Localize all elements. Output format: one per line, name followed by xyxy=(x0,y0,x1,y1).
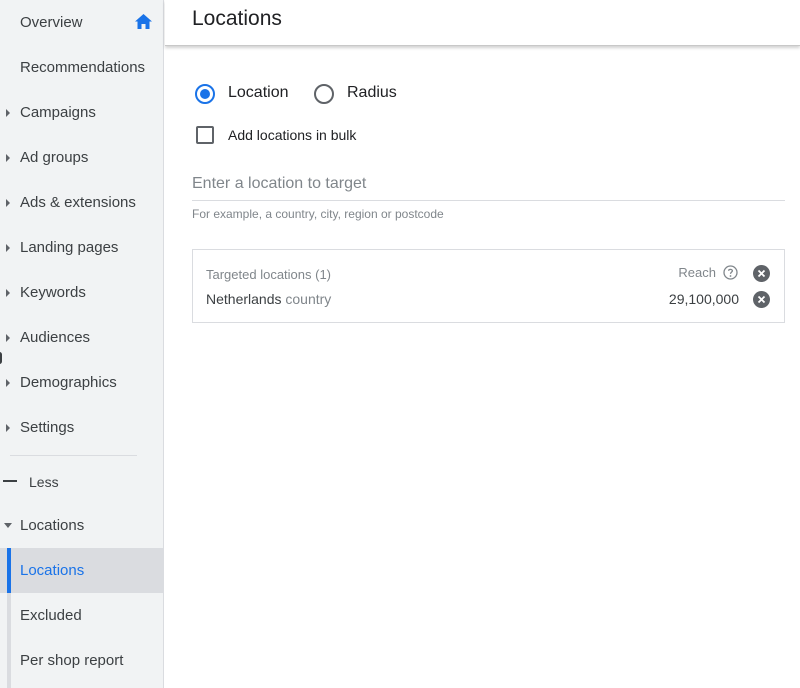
caret-right-icon xyxy=(6,198,10,207)
sidebar-subitem-per-shop-report[interactable]: Per shop report xyxy=(0,638,164,683)
location-radio-label[interactable]: Location xyxy=(228,84,289,102)
caret-right-icon xyxy=(6,153,10,162)
sidebar-item-label: Keywords xyxy=(20,284,86,301)
reach-column-header: Reach xyxy=(678,265,716,280)
app-root: Overview Recommendations Campaigns Ad gr… xyxy=(0,0,800,688)
sidebar-item-label: Audiences xyxy=(20,329,91,346)
help-icon[interactable] xyxy=(723,265,738,285)
minus-icon xyxy=(3,480,17,482)
sidebar-item-label: Ad groups xyxy=(20,149,89,166)
location-type: country xyxy=(285,291,332,307)
sidebar-item-settings[interactable]: Settings xyxy=(0,405,164,450)
sidebar-item-label: Per shop report xyxy=(20,652,124,669)
sidebar-item-locations-group[interactable]: Locations xyxy=(0,503,164,548)
caret-right-icon xyxy=(6,423,10,432)
sidebar-item-label: Ads & extensions xyxy=(20,194,136,211)
sidebar-item-ad-groups[interactable]: Ad groups xyxy=(0,135,164,180)
sidebar-item-label: Locations xyxy=(20,562,85,579)
caret-right-icon xyxy=(6,378,10,387)
sidebar-divider xyxy=(10,455,137,456)
sidebar-item-campaigns[interactable]: Campaigns xyxy=(0,90,164,135)
location-reach: 29,100,000 xyxy=(668,291,739,307)
caret-right-icon xyxy=(6,243,10,252)
sidebar-item-overview[interactable]: Overview xyxy=(0,0,164,45)
add-bulk-label[interactable]: Add locations in bulk xyxy=(228,127,356,143)
remove-all-icon[interactable] xyxy=(753,265,770,287)
sidebar-item-label: Recommendations xyxy=(20,59,146,76)
sidebar-item-recommendations[interactable]: Recommendations xyxy=(0,45,164,90)
caret-right-icon xyxy=(6,288,10,297)
sidebar-item-label: Overview xyxy=(20,14,83,31)
caret-right-icon xyxy=(6,108,10,117)
page-header: Locations xyxy=(165,0,800,46)
sidebar-subitem-locations[interactable]: Locations xyxy=(0,548,164,593)
sidebar-item-demographics[interactable]: Demographics xyxy=(0,360,164,405)
targeted-locations-header: Targeted locations (1) xyxy=(206,267,332,282)
sidebar-subitem-excluded[interactable]: Excluded xyxy=(0,593,164,638)
radius-radio[interactable] xyxy=(314,84,334,104)
radius-radio-label[interactable]: Radius xyxy=(347,84,397,102)
location-search-input[interactable] xyxy=(192,168,785,201)
sidebar-item-label: Settings xyxy=(20,419,75,436)
sidebar-less-toggle[interactable]: Less xyxy=(0,459,164,504)
sidebar-nav: Overview Recommendations Campaigns Ad gr… xyxy=(0,0,164,688)
add-bulk-checkbox[interactable] xyxy=(196,126,214,144)
main-content: Locations Location Radius Add locations … xyxy=(165,0,800,688)
targeted-location-row: Netherlands country xyxy=(206,291,331,307)
less-label: Less xyxy=(29,473,59,490)
targeted-locations-card: Targeted locations (1) Reach Netherlands… xyxy=(192,249,785,323)
remove-location-icon[interactable] xyxy=(753,291,770,313)
sidebar-item-landing-pages[interactable]: Landing pages xyxy=(0,225,164,270)
sidebar-item-keywords[interactable]: Keywords xyxy=(0,270,164,315)
sidebar-item-label: Excluded xyxy=(20,607,82,624)
sidebar-item-ads-extensions[interactable]: Ads & extensions xyxy=(0,180,164,225)
home-icon xyxy=(135,14,152,34)
active-indicator xyxy=(7,548,11,593)
location-radio[interactable] xyxy=(195,84,215,104)
caret-down-icon xyxy=(4,523,12,528)
sidebar-item-label: Locations xyxy=(20,517,85,534)
sidebar-item-label: Demographics xyxy=(20,374,117,391)
sidebar-item-label: Campaigns xyxy=(20,104,96,121)
caret-right-icon xyxy=(6,333,10,342)
sidebar-item-label: Landing pages xyxy=(20,239,119,256)
page-title: Locations xyxy=(192,7,282,30)
location-input-hint: For example, a country, city, region or … xyxy=(192,207,444,221)
location-name: Netherlands xyxy=(206,291,282,307)
sidebar-item-audiences[interactable]: Audiences xyxy=(0,315,164,360)
